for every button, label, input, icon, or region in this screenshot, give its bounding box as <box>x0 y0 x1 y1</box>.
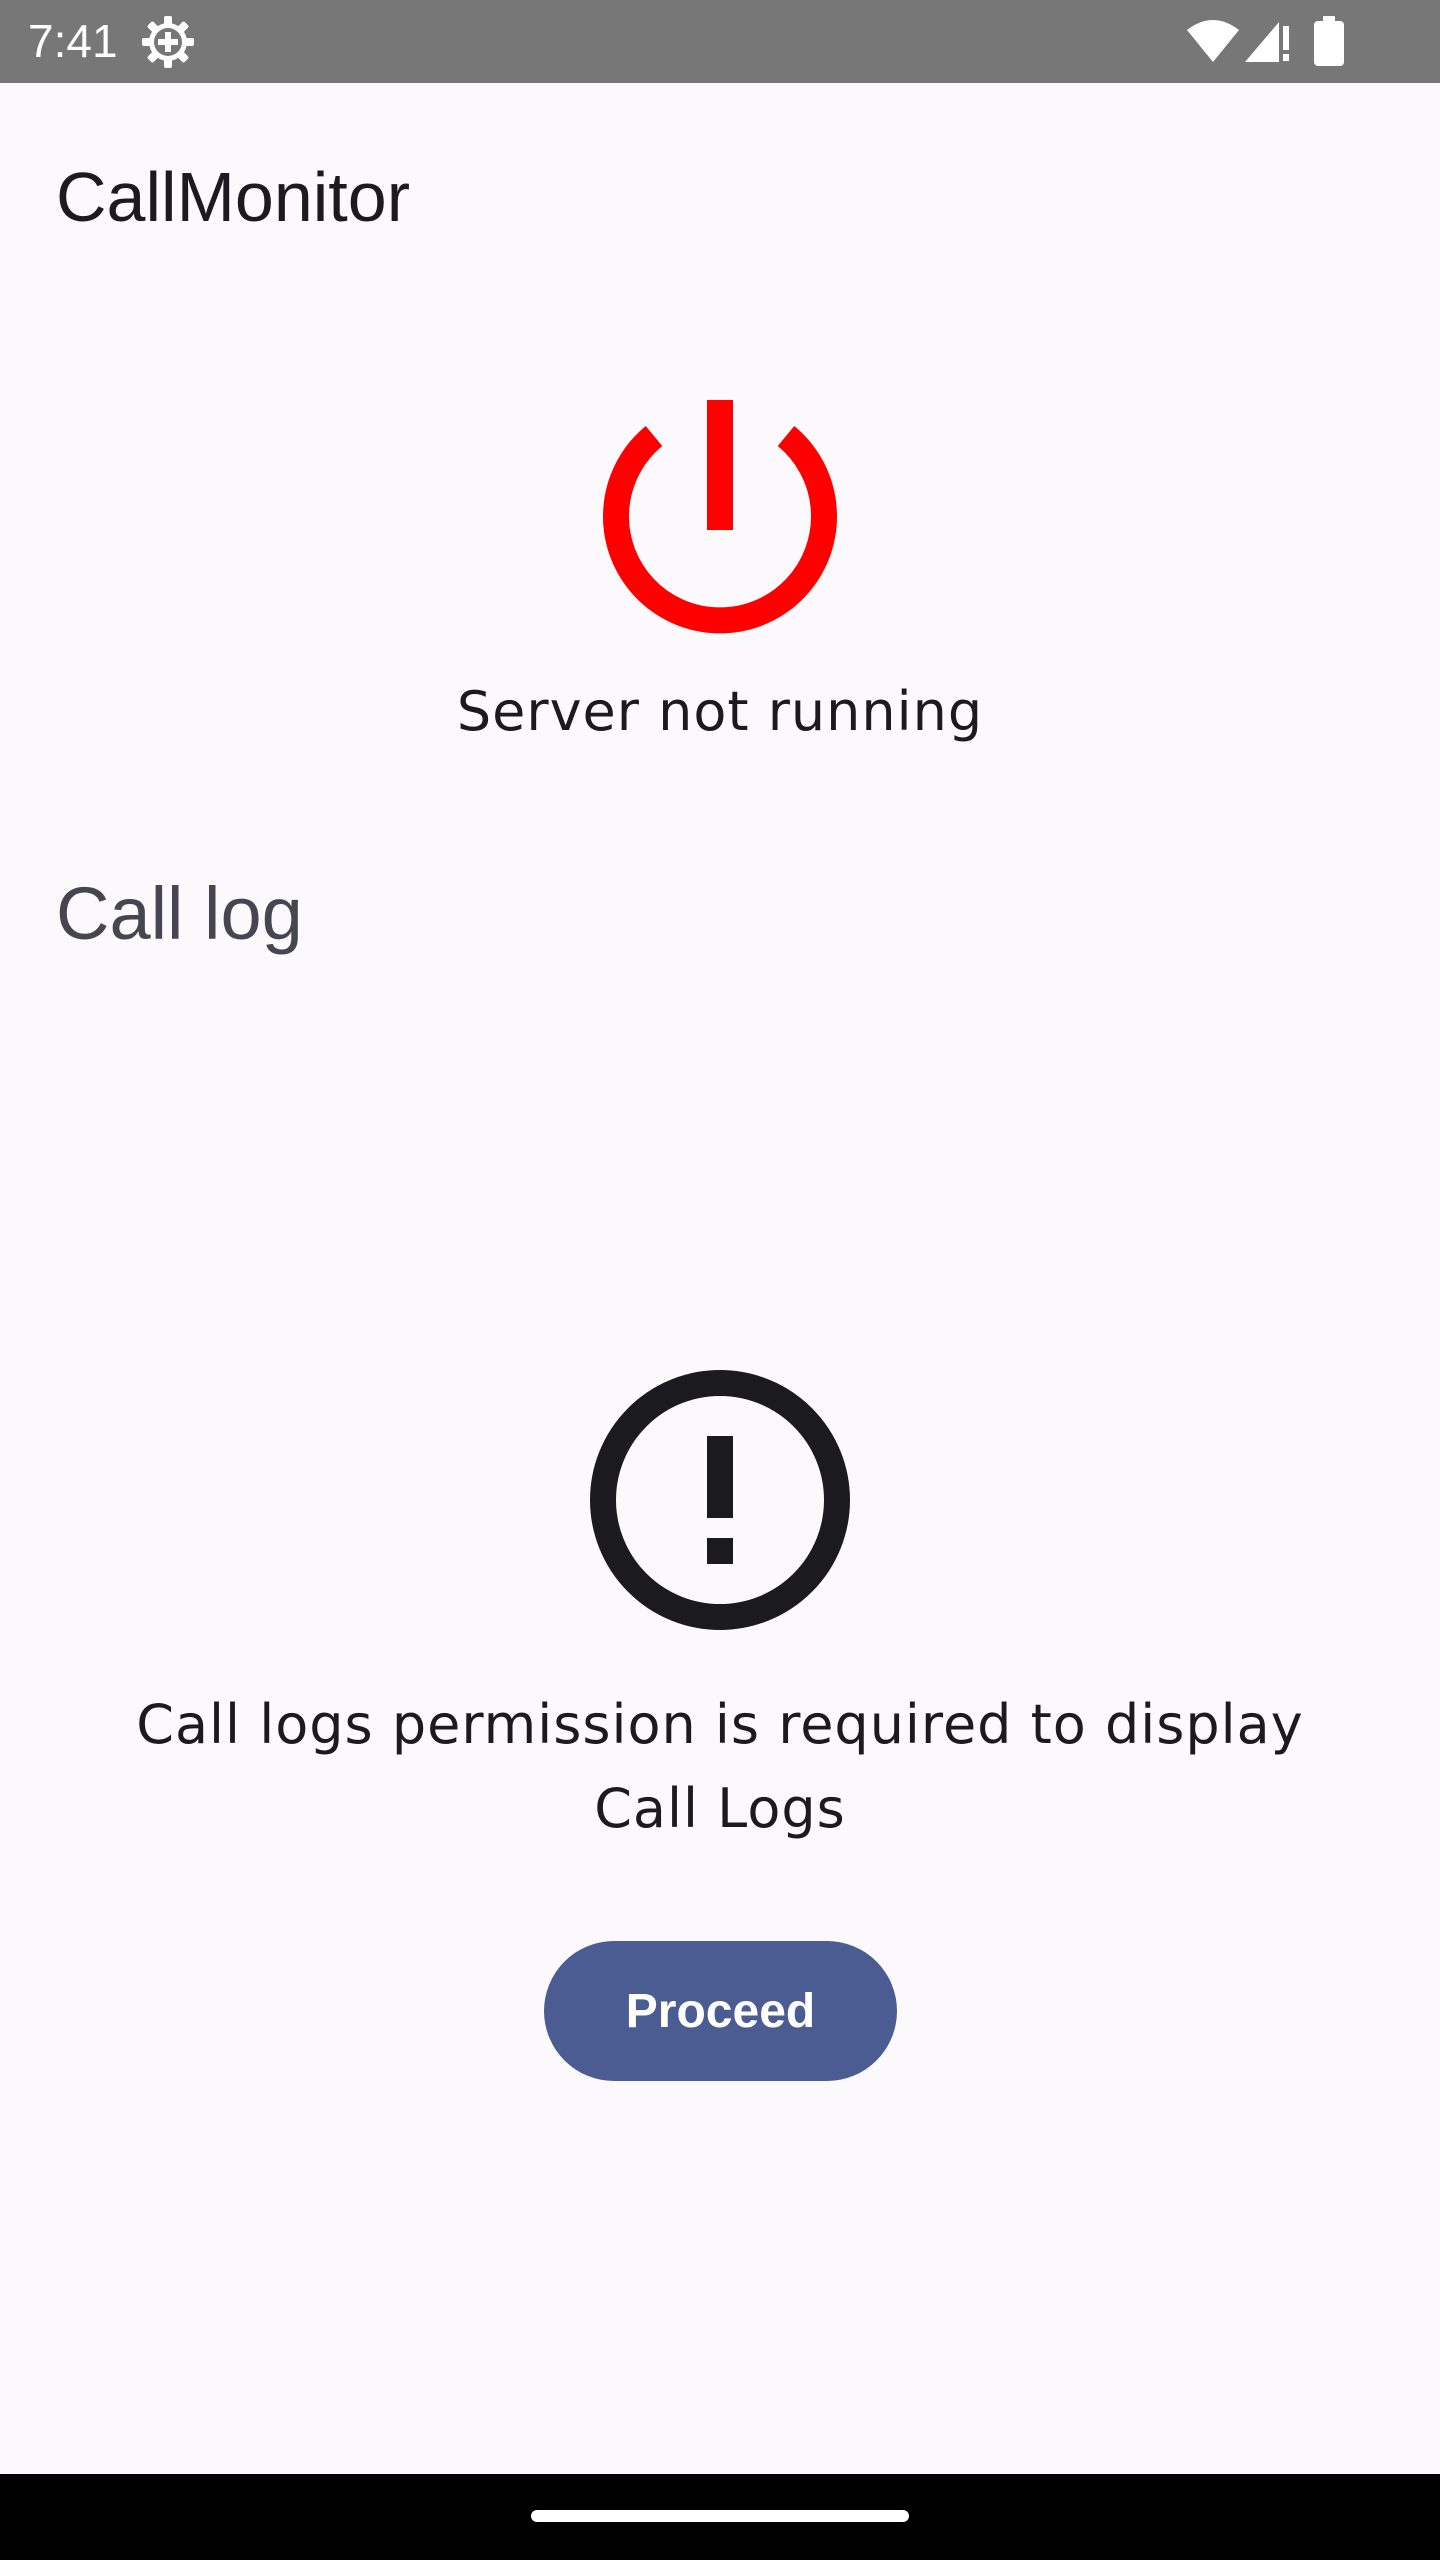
call-log-title: Call log <box>56 872 303 955</box>
permission-message: Call logs permission is required to disp… <box>136 1693 1304 1840</box>
app-title: CallMonitor <box>56 158 410 236</box>
status-bar: 7:41 <box>0 0 1440 83</box>
signal-icon <box>1245 22 1289 62</box>
home-gesture-handle[interactable] <box>531 2510 909 2522</box>
warning-icon <box>590 1370 850 1630</box>
power-icon <box>603 400 837 634</box>
settings-icon <box>142 16 194 68</box>
proceed-button[interactable]: Proceed <box>544 1941 897 2081</box>
status-time: 7:41 <box>28 15 118 67</box>
server-status-text: Server not running <box>456 680 984 743</box>
battery-icon <box>1314 16 1344 66</box>
wifi-icon <box>1187 20 1239 62</box>
